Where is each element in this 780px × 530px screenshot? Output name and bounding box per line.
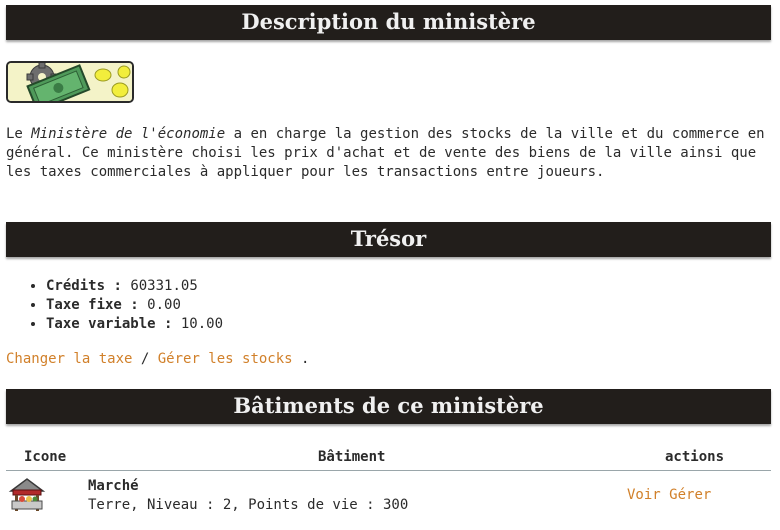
taxe-variable-value: 10.00 [180, 316, 224, 332]
section-header-tresor: Trésor [6, 222, 771, 257]
building-name: Marché [88, 478, 139, 494]
taxe-fixe-sep: : [121, 297, 148, 313]
manage-building-link[interactable]: Gérer [669, 487, 711, 503]
building-actions: Voir Gérer [627, 486, 711, 505]
list-item-credits: Crédits : 60331.05 [46, 277, 223, 296]
credits-sep: : [105, 278, 131, 294]
list-item-taxe-variable: Taxe variable : 10.00 [46, 315, 223, 334]
view-building-link[interactable]: Voir [627, 487, 661, 503]
building-info: Terre, Niveau : 2, Points de vie : 300 [88, 497, 409, 513]
section-header-batiments: Bâtiments de ce ministère [6, 389, 771, 424]
manage-stocks-link[interactable]: Gérer les stocks [158, 351, 293, 367]
list-item-taxe-fixe: Taxe fixe : 0.00 [46, 296, 223, 315]
table-header-divider [6, 470, 771, 471]
market-stall-icon [7, 475, 47, 515]
column-header-actions: actions [665, 449, 725, 465]
change-tax-link[interactable]: Changer la taxe [6, 351, 132, 367]
links-end: . [292, 351, 310, 367]
taxe-variable-sep: : [155, 316, 181, 332]
ministry-description: Le Ministère de l'économie a en charge l… [6, 125, 776, 182]
column-header-batiment: Bâtiment [318, 449, 386, 465]
taxe-variable-label: Taxe variable [46, 316, 156, 332]
tresor-list: Crédits : 60331.05 Taxe fixe : 0.00 Taxe… [6, 277, 223, 334]
description-prefix: Le [6, 126, 32, 142]
taxe-fixe-value: 0.00 [147, 297, 181, 313]
credits-value: 60331.05 [130, 278, 198, 294]
section-header-description: Description du ministère [6, 5, 771, 40]
links-separator: / [132, 351, 158, 367]
gear-and-banknote-icon [6, 61, 134, 103]
tresor-actions: Changer la taxe / Gérer les stocks . [6, 350, 309, 369]
credits-label: Crédits [46, 278, 106, 294]
ministry-name: Ministère de l'économie [31, 126, 226, 142]
column-header-icone: Icone [24, 449, 67, 465]
taxe-fixe-label: Taxe fixe [46, 297, 122, 313]
